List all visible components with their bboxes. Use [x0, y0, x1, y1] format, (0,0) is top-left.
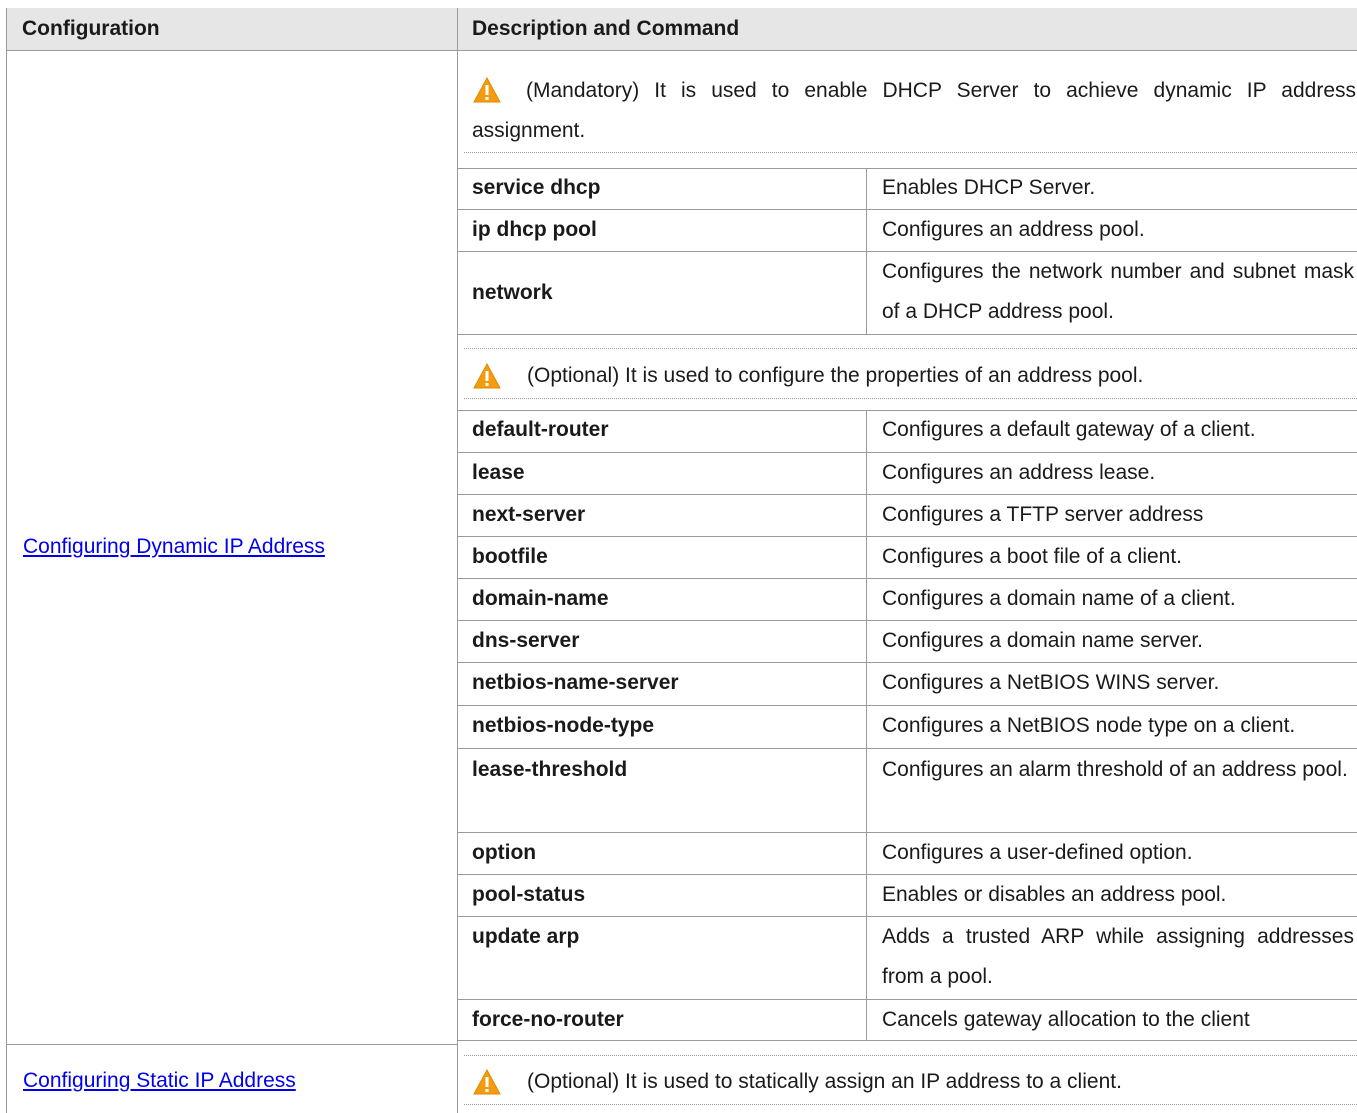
cmd-bootfile: bootfile	[472, 545, 548, 568]
desc-ip-dhcp-pool: Configures an address pool.	[882, 218, 1145, 241]
warning-icon	[473, 1069, 501, 1095]
cmd-update-arp: update arp	[472, 925, 580, 948]
cmd-domain-name: domain-name	[472, 587, 609, 610]
cmd-force-no-router: force-no-router	[472, 1008, 624, 1031]
cmd-ip-dhcp-pool: ip dhcp pool	[472, 218, 597, 241]
cmd-dns-server: dns-server	[472, 629, 580, 652]
cmd-pool-status: pool-status	[472, 883, 586, 906]
desc-default-router: Configures a default gateway of a client…	[882, 418, 1256, 441]
optional-note-top-divider	[464, 348, 1357, 349]
configuring-dynamic-ip-link[interactable]: Configuring Dynamic IP Address	[23, 532, 325, 562]
desc-dns-server: Configures a domain name server.	[882, 629, 1203, 652]
cmd-service-dhcp: service dhcp	[472, 176, 601, 199]
header-description-command: Description and Command	[472, 17, 740, 40]
static-note-top-divider	[464, 1055, 1357, 1056]
desc-force-no-router: Cancels gateway allocation to the client	[882, 1008, 1250, 1031]
mandatory-note-divider	[464, 152, 1357, 153]
section-divider	[6, 1044, 457, 1045]
desc-pool-status: Enables or disables an address pool.	[882, 883, 1227, 906]
cmd-netbios-node-type: netbios-node-type	[472, 714, 654, 737]
row-sep	[457, 334, 1357, 335]
cmd-col-divider-optional	[866, 410, 867, 1040]
desc-next-server: Configures a TFTP server address	[882, 503, 1204, 526]
desc-lease-threshold: Configures an alarm threshold of an addr…	[882, 758, 1348, 781]
desc-update-arp: Adds a trusted ARP while assigning addre…	[882, 925, 1354, 988]
static-optional-note: (Optional) It is used to statically assi…	[527, 1070, 1122, 1093]
header-configuration: Configuration	[22, 17, 160, 40]
desc-network: Configures the network number and subnet…	[882, 260, 1354, 323]
cmd-default-router: default-router	[472, 418, 609, 441]
desc-netbios-node-type: Configures a NetBIOS node type on a clie…	[882, 714, 1296, 737]
desc-service-dhcp: Enables DHCP Server.	[882, 176, 1096, 199]
desc-netbios-name-server: Configures a NetBIOS WINS server.	[882, 671, 1220, 694]
row-sep	[457, 1040, 1357, 1041]
cmd-netbios-name-server: netbios-name-server	[472, 671, 679, 694]
desc-domain-name: Configures a domain name of a client.	[882, 587, 1236, 610]
table-left-border	[6, 8, 7, 1113]
column-divider	[457, 8, 458, 1113]
optional-note-divider	[464, 398, 1357, 399]
desc-lease: Configures an address lease.	[882, 461, 1156, 484]
desc-option: Configures a user-defined option.	[882, 841, 1193, 864]
warning-icon	[473, 363, 501, 389]
header-bottom-border	[6, 50, 1357, 51]
cmd-lease-threshold: lease-threshold	[472, 758, 628, 781]
optional-note: (Optional) It is used to configure the p…	[527, 364, 1144, 387]
mandatory-note: (Mandatory) It is used to enable DHCP Se…	[472, 79, 1356, 142]
configuring-static-ip-link[interactable]: Configuring Static IP Address	[23, 1066, 296, 1096]
desc-bootfile: Configures a boot file of a client.	[882, 545, 1183, 568]
row-sep	[457, 748, 1357, 749]
cmd-lease: lease	[472, 461, 525, 484]
cmd-next-server: next-server	[472, 503, 586, 526]
cmd-option: option	[472, 841, 537, 864]
cmd-network: network	[472, 281, 553, 304]
static-note-divider	[464, 1104, 1357, 1105]
